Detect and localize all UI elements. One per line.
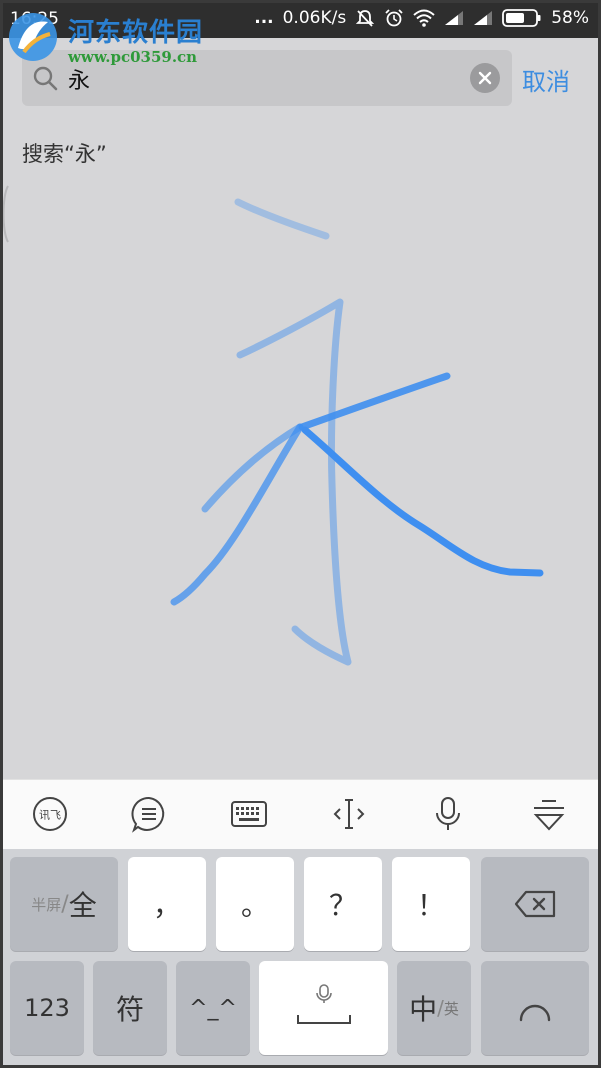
symbol-key[interactable]: 符 xyxy=(93,961,167,1055)
comma-label: ， xyxy=(152,889,181,922)
search-input[interactable] xyxy=(66,62,470,96)
suggestion-text: 搜索“永” xyxy=(22,142,107,166)
half-screen-label: 半屏 xyxy=(31,895,62,914)
keyboard-button[interactable] xyxy=(229,794,269,834)
cancel-button[interactable]: 取消 xyxy=(522,62,570,97)
xunfei-logo-button[interactable]: 讯飞 xyxy=(30,794,70,834)
side-handle-icon[interactable] xyxy=(0,184,10,244)
keyboard-toolbar: 讯飞 xyxy=(0,779,601,850)
keyboard-icon xyxy=(231,801,267,827)
cursor-move-button[interactable] xyxy=(329,794,369,834)
backspace-icon xyxy=(514,890,556,918)
enter-icon xyxy=(519,1004,551,1022)
status-right: ... 0.06K/s 58% xyxy=(254,8,589,28)
half-full-width-key[interactable]: 半屏 / 全 xyxy=(10,857,118,951)
stroke-left-sweep-upper xyxy=(201,423,304,513)
emoji-list-icon xyxy=(131,796,165,833)
watermark-title: 河东软件园 xyxy=(68,18,204,48)
space-with-microphone-icon xyxy=(296,984,351,1024)
search-suggestion-item[interactable]: 搜索“永” xyxy=(0,118,601,184)
space-key[interactable] xyxy=(259,961,388,1055)
collapse-keyboard-icon xyxy=(533,800,565,831)
period-label: 。 xyxy=(240,889,269,922)
wifi-icon xyxy=(413,9,435,27)
watermark-logo-icon xyxy=(9,13,57,61)
close-icon xyxy=(478,71,492,85)
status-dots: ... xyxy=(254,8,274,28)
xunfei-logo-icon: 讯飞 xyxy=(33,797,67,831)
exclamation-label: ！ xyxy=(416,889,445,922)
backspace-key[interactable] xyxy=(481,857,589,951)
stroke-hook xyxy=(236,298,352,666)
numeric-keyboard-key[interactable]: 123 xyxy=(10,961,84,1055)
mute-icon xyxy=(355,8,375,28)
period-key[interactable]: 。 xyxy=(216,857,294,951)
watermark-url: www.pc0359.cn xyxy=(68,48,198,66)
emoticon-label: ^_^ xyxy=(189,995,237,1021)
symbol-label: 符 xyxy=(115,993,144,1026)
question-key[interactable]: ？ xyxy=(304,857,382,951)
emoticon-key[interactable]: ^_^ xyxy=(176,961,250,1055)
keyboard: 半屏 / 全 ， 。 ？ ！ 123 符 ^_^ 中 / 英 xyxy=(0,849,601,1068)
english-label: 英 xyxy=(443,999,459,1018)
voice-input-button[interactable] xyxy=(428,794,468,834)
chinese-label: 中 xyxy=(409,993,438,1026)
lang-slash: / xyxy=(437,996,444,1020)
question-label: ？ xyxy=(328,889,357,922)
slash-separator: / xyxy=(61,891,69,917)
emoji-list-button[interactable] xyxy=(129,794,169,834)
stroke-dot xyxy=(234,198,330,240)
search-icon xyxy=(32,65,58,95)
enter-key[interactable] xyxy=(481,961,589,1055)
handwriting-canvas[interactable] xyxy=(0,184,601,779)
signal-icon xyxy=(444,10,464,26)
numeric-label: 123 xyxy=(24,994,70,1022)
xunfei-logo-label: 讯飞 xyxy=(39,809,61,822)
full-width-label: 全 xyxy=(68,889,97,922)
stroke-left-sweep-lower xyxy=(170,423,304,606)
cursor-move-icon xyxy=(333,799,365,829)
comma-key[interactable]: ， xyxy=(128,857,206,951)
language-switch-key[interactable]: 中 / 英 xyxy=(397,961,471,1055)
stroke-right-lower xyxy=(301,426,544,577)
microphone-icon xyxy=(436,797,460,830)
handwritten-character xyxy=(170,198,544,666)
clear-search-button[interactable] xyxy=(470,63,500,93)
signal-icon-2 xyxy=(473,10,493,26)
stroke-right-upper xyxy=(298,372,451,431)
exclamation-key[interactable]: ！ xyxy=(392,857,470,951)
collapse-keyboard-button[interactable] xyxy=(529,794,569,834)
battery-percent: 58% xyxy=(551,8,589,28)
battery-icon xyxy=(502,9,542,27)
network-speed: 0.06K/s xyxy=(282,8,347,28)
alarm-icon xyxy=(384,8,404,28)
